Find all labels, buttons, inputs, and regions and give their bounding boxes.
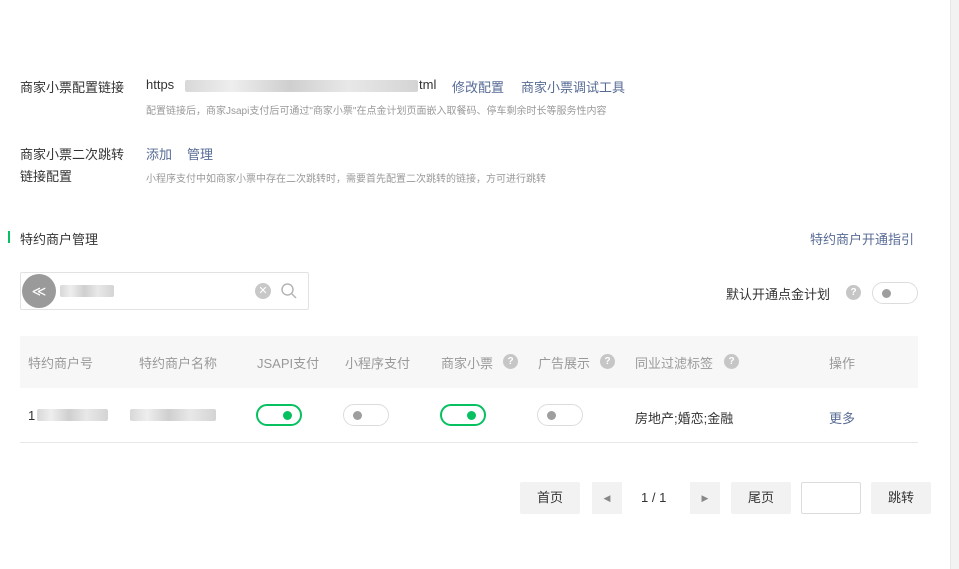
- redirect-config-label-line2: 链接配置: [20, 169, 73, 184]
- th-filter-tags: 同业过滤标签: [635, 356, 714, 371]
- filter-tags-help-icon[interactable]: ?: [724, 354, 739, 369]
- receipt-switch[interactable]: [440, 404, 486, 426]
- th-ads: 广告展示: [538, 356, 591, 371]
- ads-help-icon[interactable]: ?: [600, 354, 615, 369]
- jump-button[interactable]: 跳转: [871, 482, 931, 514]
- th-merchant-id: 特约商户号: [28, 356, 94, 371]
- switch-knob: [882, 289, 891, 298]
- receipt-url-suffix: tml: [419, 77, 437, 92]
- receipt-debug-tool-link[interactable]: 商家小票调试工具: [521, 77, 625, 96]
- next-page-icon[interactable]: ▶: [690, 482, 720, 514]
- right-scroll-edge: [950, 0, 959, 569]
- manage-redirect-link[interactable]: 管理: [187, 144, 213, 163]
- th-action: 操作: [829, 356, 856, 371]
- page-info: 1 / 1: [641, 490, 667, 505]
- switch-knob: [283, 411, 292, 420]
- switch-knob: [353, 411, 362, 420]
- merchant-id-visible: 1: [28, 408, 36, 423]
- switch-knob: [467, 411, 476, 420]
- redacted-merchant-id: [37, 409, 108, 421]
- miniprogram-switch[interactable]: [343, 404, 389, 426]
- merchant-guide-link[interactable]: 特约商户开通指引: [810, 229, 914, 248]
- jsapi-switch[interactable]: [256, 404, 302, 426]
- receipt-link-label: 商家小票配置链接: [20, 80, 125, 95]
- default-goldplan-switch[interactable]: [872, 282, 918, 304]
- redacted-merchant-name: [130, 409, 216, 421]
- clear-icon[interactable]: ✕: [255, 283, 271, 299]
- section-title: 特约商户管理: [20, 232, 99, 247]
- redirect-config-label-line1: 商家小票二次跳转: [20, 147, 125, 162]
- search-icon[interactable]: [280, 282, 298, 300]
- th-miniprogram: 小程序支付: [345, 356, 411, 371]
- th-receipt: 商家小票: [441, 356, 494, 371]
- add-redirect-link[interactable]: 添加: [146, 144, 172, 163]
- first-page-button[interactable]: 首页: [520, 482, 580, 514]
- more-action-link[interactable]: 更多: [829, 408, 855, 427]
- last-page-button[interactable]: 尾页: [731, 482, 791, 514]
- receipt-config-hint: 配置链接后，商家Jsapi支付后可通过"商家小票"在点金计划页面嵌入取餐码、停车…: [146, 106, 607, 117]
- receipt-help-icon[interactable]: ?: [503, 354, 518, 369]
- redacted-url: [185, 80, 418, 92]
- help-icon[interactable]: ?: [846, 285, 861, 300]
- redacted-search-text: [60, 285, 114, 297]
- prev-page-icon[interactable]: ◀: [592, 482, 622, 514]
- modify-config-link[interactable]: 修改配置: [452, 77, 504, 96]
- filter-tags-cell: 房地产;婚恋;金融: [635, 411, 734, 426]
- page-jump-input[interactable]: [801, 482, 861, 514]
- default-goldplan-label: 默认开通点金计划: [726, 287, 831, 302]
- ads-switch[interactable]: [537, 404, 583, 426]
- receipt-url-prefix: https: [146, 77, 175, 92]
- collapse-avatar-icon[interactable]: ≪: [22, 274, 56, 308]
- switch-knob: [547, 411, 556, 420]
- table-row-divider: [20, 442, 918, 443]
- section-accent-bar: [8, 231, 10, 243]
- redirect-config-hint: 小程序支付中如商家小票中存在二次跳转时，需要首先配置二次跳转的链接，方可进行跳转: [146, 174, 546, 185]
- th-merchant-name: 特约商户名称: [139, 356, 218, 371]
- th-jsapi: JSAPI支付: [257, 356, 320, 371]
